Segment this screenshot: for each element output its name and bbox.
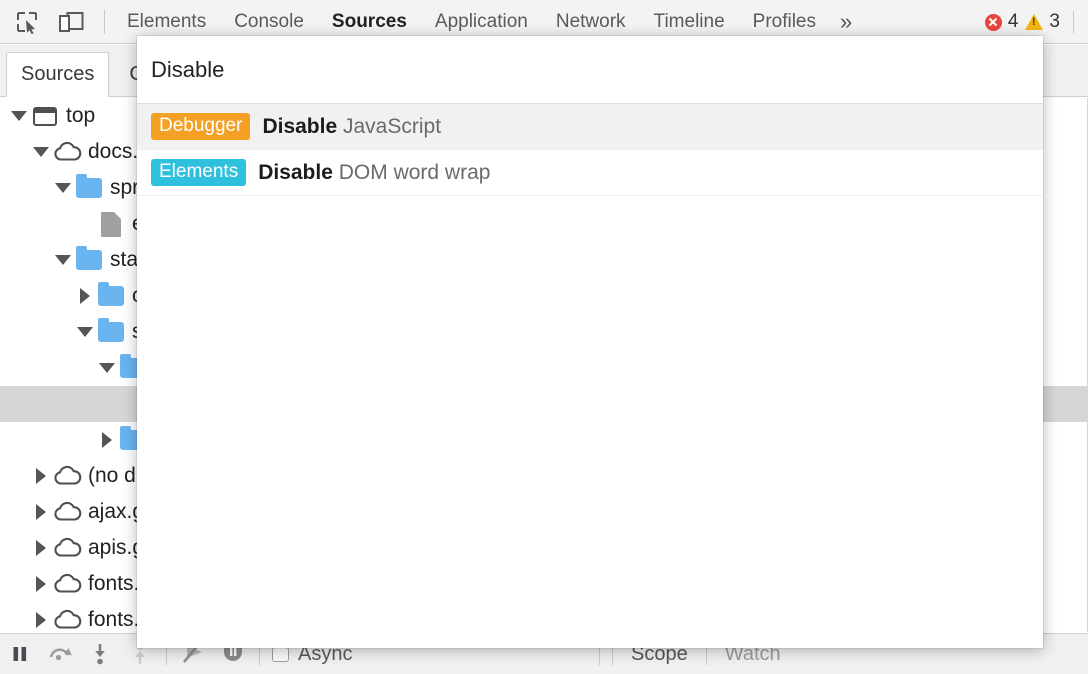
cloud-icon (52, 458, 82, 494)
cloud-icon-glyph (52, 141, 82, 163)
chevron-down-icon[interactable] (30, 134, 52, 170)
cloud-icon (52, 494, 82, 530)
folder-icon (74, 170, 104, 206)
chevron-down-icon[interactable] (52, 170, 74, 206)
cloud-icon-glyph (52, 609, 82, 631)
error-count-label: 4 (1008, 11, 1019, 33)
tree-twisty-spacer (74, 206, 96, 242)
command-menu-input-row (137, 36, 1043, 104)
command-rest-text: JavaScript (337, 115, 441, 138)
step-into-button[interactable] (80, 634, 120, 674)
device-toolbar-icon-glyph (58, 10, 84, 34)
command-rest-text: DOM word wrap (333, 161, 491, 184)
cloud-icon (52, 530, 82, 566)
step-into-icon (91, 642, 109, 666)
cloud-icon-glyph (52, 573, 82, 595)
category-badge-elements: Elements (151, 159, 246, 186)
command-menu-dialog[interactable]: Debugger Disable JavaScript Elements Dis… (137, 36, 1043, 648)
counter-divider (1073, 11, 1074, 33)
tree-row-label: docs. (88, 140, 144, 164)
command-item-disable-dom-word-wrap[interactable]: Elements Disable DOM word wrap (137, 150, 1043, 196)
toolbar-divider (104, 10, 105, 34)
warning-counter[interactable]: 3 (1025, 11, 1060, 33)
devtools-window: Elements Console Sources Application Net… (0, 0, 1088, 674)
cloud-icon-glyph (52, 465, 82, 487)
chevron-right-icon[interactable] (30, 566, 52, 602)
command-match-text: Disable (262, 115, 337, 138)
pause-icon (11, 644, 29, 664)
chevron-right-icon[interactable] (30, 530, 52, 566)
error-counter[interactable]: 4 (985, 11, 1019, 33)
command-menu-input[interactable] (151, 57, 1029, 83)
chevron-right-icon[interactable] (74, 278, 96, 314)
inspect-cursor-icon-glyph (15, 10, 39, 34)
chevron-right-icon[interactable] (30, 602, 52, 632)
cloud-icon-glyph (52, 537, 82, 559)
tree-row-label: top (66, 104, 101, 128)
command-label: Disable DOM word wrap (258, 161, 490, 185)
warning-triangle-icon (1025, 14, 1043, 30)
chevron-down-icon[interactable] (8, 98, 30, 134)
command-label: Disable JavaScript (262, 115, 441, 139)
chevron-right-icon[interactable] (30, 494, 52, 530)
cloud-icon (52, 602, 82, 632)
document-icon (96, 206, 126, 242)
command-item-disable-javascript[interactable]: Debugger Disable JavaScript (137, 104, 1043, 150)
step-over-icon (47, 643, 73, 665)
folder-icon (96, 278, 126, 314)
chevron-right-icon[interactable] (30, 458, 52, 494)
warning-count-label: 3 (1049, 11, 1060, 33)
frame-icon (30, 98, 60, 134)
chevron-down-icon[interactable] (52, 242, 74, 278)
device-toolbar-icon[interactable] (54, 7, 88, 37)
folder-icon (96, 314, 126, 350)
chevron-down-icon[interactable] (96, 350, 118, 386)
async-checkbox[interactable] (272, 647, 289, 662)
tree-twisty-spacer (96, 386, 118, 422)
tree-row-label: (no d (88, 464, 142, 488)
toolbar-icon-group (0, 7, 113, 37)
cloud-icon-glyph (52, 501, 82, 523)
chevron-down-icon[interactable] (74, 314, 96, 350)
cloud-icon (52, 134, 82, 170)
inspect-cursor-icon[interactable] (10, 7, 44, 37)
cloud-icon (52, 566, 82, 602)
pause-resume-button[interactable] (0, 634, 40, 674)
category-badge-debugger: Debugger (151, 113, 250, 140)
folder-icon (74, 242, 104, 278)
step-over-button[interactable] (40, 634, 80, 674)
chevron-right-icon[interactable] (96, 422, 118, 458)
error-circle-icon (985, 14, 1002, 31)
command-menu-results: Debugger Disable JavaScript Elements Dis… (137, 104, 1043, 196)
subtab-sources[interactable]: Sources (6, 52, 109, 97)
command-match-text: Disable (258, 161, 333, 184)
